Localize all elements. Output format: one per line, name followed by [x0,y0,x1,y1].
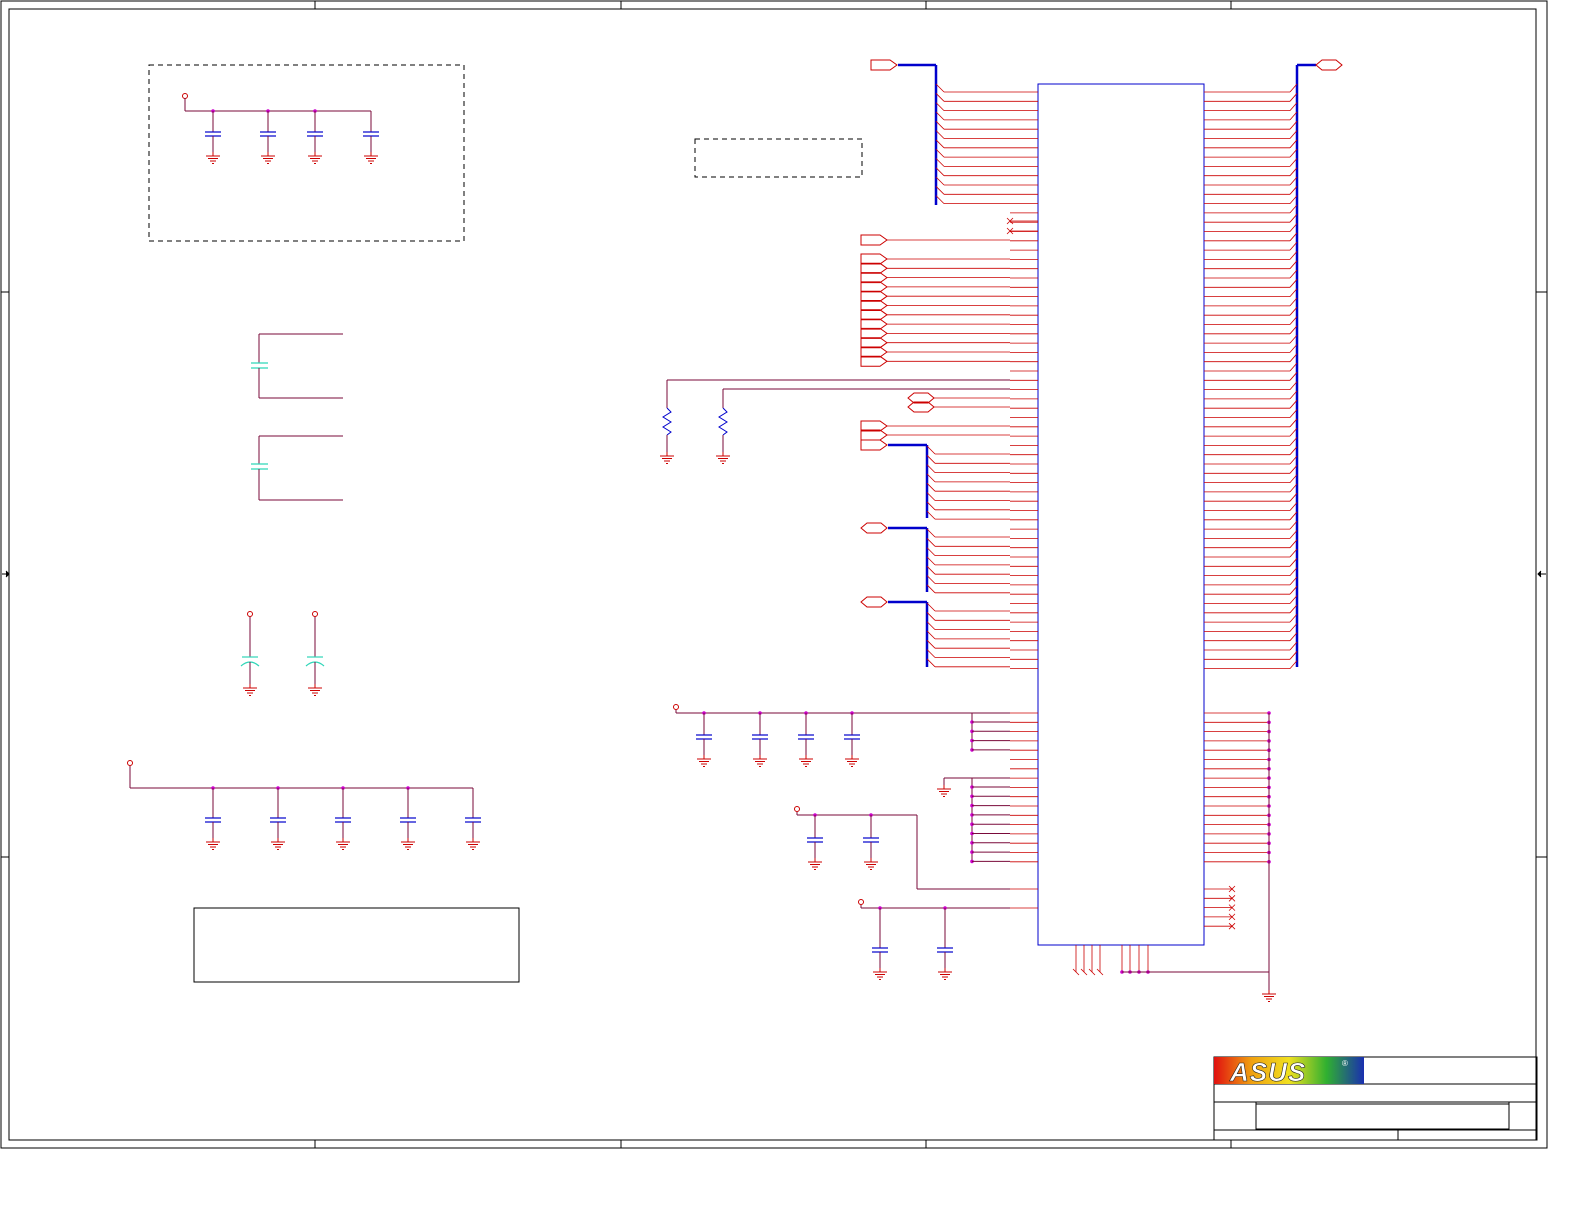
ground-symbol [401,838,415,850]
asus-logo: ASUS ® [1214,1057,1364,1087]
port-output [860,281,888,293]
ground-symbol [243,684,257,696]
schematic-sheet: ASUS ® [0,0,1548,1149]
capacitor [205,111,221,164]
ic-right-pins [1204,91,1276,1002]
ground-symbol [308,152,322,164]
port-output [860,272,888,284]
ic-power-decoupling [673,704,1010,980]
port-output [870,59,898,71]
ground-symbol [364,152,378,164]
main-ic [1037,83,1205,946]
ground-symbol [808,858,822,870]
port-bidir [1315,59,1343,71]
capacitor [335,788,351,850]
coupling-capacitors-left [251,333,343,501]
decoupling-capacitors [182,93,379,164]
capacitor [260,111,276,164]
port-output [860,355,888,367]
capacitor [307,111,323,164]
capacitor [363,111,379,164]
port-output [860,262,888,274]
port-output [860,253,888,265]
port-output [860,309,888,321]
capacitor [205,788,221,850]
power-pin [127,760,133,766]
capacitor [807,815,823,870]
logo-wordmark: ASUS [1229,1057,1306,1087]
ground-symbol [697,755,711,767]
power-pin [312,611,318,617]
port-output [860,346,888,358]
port-output [860,337,888,349]
port-output [860,290,888,302]
capacitor [465,788,481,850]
ground-symbol [308,684,322,696]
decoupling-rail-bottom-left [127,760,481,850]
ground-symbol [799,755,813,767]
power-pin [673,704,679,710]
power-pin [247,611,253,617]
ground-symbol [466,838,480,850]
ground-symbol [937,785,951,797]
sheet-frame [0,0,1548,1149]
ground-symbol [271,838,285,850]
ic-left-pins [1006,91,1038,909]
port-bidir [860,522,888,534]
capacitor [937,908,953,980]
power-pin [858,899,864,905]
port-output [860,439,888,451]
port-output [860,234,888,246]
ic-bottom-pins [1072,945,1269,976]
port-output [860,327,888,339]
pull-down-resistors [660,379,1010,464]
capacitor [863,815,879,870]
ground-symbol [938,968,952,980]
decoupling-group-top-left [148,64,465,242]
ground-symbol [660,452,674,464]
center-arrow-marks [2,570,1546,578]
signal-buses [888,63,1316,669]
polarized-capacitors [240,611,325,696]
capacitor [844,713,860,767]
capacitor [696,713,712,767]
ground-symbol [864,858,878,870]
port-bidir [860,596,888,608]
ground-symbol [716,452,730,464]
ground-symbol [206,152,220,164]
ground-symbol [1262,990,1276,1002]
port-output [860,300,888,311]
ground-symbol [845,755,859,767]
note-box [694,138,863,178]
power-pin [794,806,800,812]
resistor-zigzag [718,407,728,436]
power-pin [182,93,188,99]
capacitor [270,788,286,850]
capacitor [872,908,888,980]
port-output [860,318,888,330]
resistor-zigzag [662,407,672,436]
capacitor [400,788,416,850]
ground-symbol [261,152,275,164]
ground-symbol [753,755,767,767]
ground-symbol [336,838,350,850]
registered-mark: ® [1342,1059,1348,1068]
ground-symbol [873,968,887,980]
capacitor [798,713,814,767]
notes-box [193,907,520,983]
ground-symbol [206,838,220,850]
capacitor [752,713,768,767]
